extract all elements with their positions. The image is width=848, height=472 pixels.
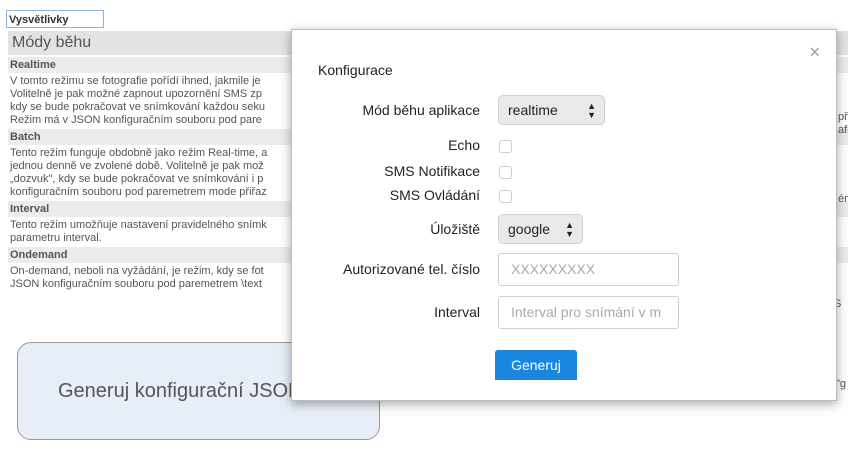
sms-control-label: SMS Ovládání bbox=[389, 187, 480, 203]
select-arrows-icon: ▲ ▼ bbox=[587, 101, 596, 120]
phone-label: Autorizované tel. číslo bbox=[343, 261, 480, 277]
right-text-fragment: ém bbox=[838, 193, 848, 205]
close-icon[interactable]: × bbox=[809, 42, 820, 63]
mode-select[interactable]: realtime ▲ ▼ bbox=[498, 95, 605, 125]
tab-vysvetlivky[interactable]: Vysvětlivky bbox=[6, 10, 104, 28]
right-text-fragment: př bbox=[838, 111, 848, 123]
mode-label: Mód běhu aplikace bbox=[362, 102, 480, 118]
interval-label: Interval bbox=[434, 304, 480, 320]
right-text-fragment: "g bbox=[836, 378, 847, 390]
right-text-fragment: afi bbox=[838, 124, 848, 136]
echo-label: Echo bbox=[448, 137, 480, 153]
storage-label: Úložiště bbox=[430, 221, 480, 237]
phone-input[interactable]: XXXXXXXXX bbox=[498, 253, 679, 286]
mode-select-value: realtime bbox=[508, 102, 558, 118]
config-modal: Konfigurace × Mód běhu aplikace realtime… bbox=[291, 29, 837, 401]
echo-checkbox[interactable] bbox=[499, 140, 512, 153]
generate-button[interactable]: Generuj bbox=[495, 350, 577, 380]
sms-notify-checkbox[interactable] bbox=[499, 166, 512, 179]
sms-notify-label: SMS Notifikace bbox=[384, 163, 480, 179]
modal-title: Konfigurace bbox=[318, 62, 393, 78]
storage-select-value: google bbox=[508, 221, 551, 237]
storage-select[interactable]: google ▲ ▼ bbox=[498, 214, 583, 244]
interval-input[interactable]: Interval pro snímání v m bbox=[498, 296, 679, 329]
select-arrows-icon: ▲ ▼ bbox=[565, 220, 574, 239]
sms-control-checkbox[interactable] bbox=[499, 190, 512, 203]
